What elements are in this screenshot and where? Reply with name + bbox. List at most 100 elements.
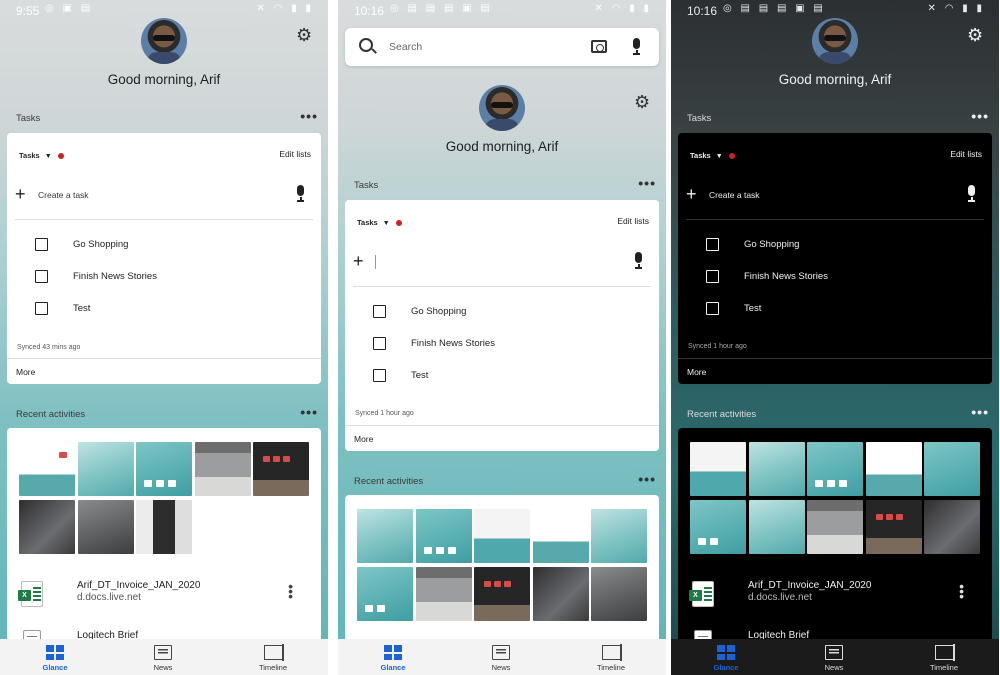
task-item[interactable]: Finish News Stories: [678, 267, 992, 287]
mic-icon[interactable]: [966, 185, 976, 205]
tasks-more-options-icon[interactable]: •••: [638, 175, 656, 191]
task-checkbox[interactable]: [706, 302, 719, 315]
create-task-input[interactable]: Create a task: [38, 190, 89, 200]
tasks-more-options-icon[interactable]: •••: [971, 108, 989, 124]
edit-lists-button[interactable]: Edit lists: [617, 216, 649, 226]
gear-icon[interactable]: ⚙: [296, 25, 312, 46]
tasks-more-options-icon[interactable]: •••: [300, 108, 318, 124]
plus-icon[interactable]: +: [15, 184, 26, 205]
task-item[interactable]: Test: [7, 299, 321, 319]
create-task-row[interactable]: + Create a task: [678, 181, 992, 211]
activity-thumbnail[interactable]: [19, 500, 75, 554]
mic-icon[interactable]: [295, 185, 305, 205]
activity-thumbnail[interactable]: [357, 567, 413, 621]
gear-icon[interactable]: ⚙: [634, 92, 650, 113]
search-bar[interactable]: Search: [345, 28, 659, 66]
caret-down-icon: ▼: [715, 153, 723, 160]
create-task-input[interactable]: Create a task: [709, 190, 760, 200]
task-checkbox[interactable]: [706, 238, 719, 251]
more-button[interactable]: More: [687, 367, 706, 377]
task-item[interactable]: Finish News Stories: [345, 334, 659, 354]
create-task-row[interactable]: +: [345, 248, 659, 278]
activity-thumbnail[interactable]: [866, 500, 922, 554]
task-item[interactable]: Go Shopping: [345, 302, 659, 322]
kebab-menu-icon[interactable]: • • •: [959, 579, 964, 603]
task-item[interactable]: Test: [345, 366, 659, 386]
mic-icon[interactable]: [631, 38, 641, 58]
recent-file-row[interactable]: X Arif_DT_Invoice_JAN_2020 d.docs.live.n…: [678, 576, 992, 612]
task-item[interactable]: Finish News Stories: [7, 267, 321, 287]
activity-thumbnail[interactable]: [690, 500, 746, 554]
task-item[interactable]: Go Shopping: [678, 235, 992, 255]
nav-news[interactable]: News: [799, 639, 869, 675]
task-checkbox[interactable]: [373, 305, 386, 318]
nav-timeline[interactable]: Timeline: [576, 639, 646, 675]
activity-thumbnail[interactable]: [19, 442, 75, 496]
activity-thumbnail[interactable]: [749, 500, 805, 554]
nav-timeline[interactable]: Timeline: [238, 639, 308, 675]
activity-thumbnail[interactable]: [195, 442, 251, 496]
activity-thumbnail[interactable]: [474, 509, 530, 563]
avatar[interactable]: [479, 85, 525, 131]
activity-thumbnail[interactable]: [807, 500, 863, 554]
task-checkbox[interactable]: [35, 270, 48, 283]
gear-icon[interactable]: ⚙: [967, 25, 983, 46]
activity-thumbnail[interactable]: [533, 509, 589, 563]
avatar[interactable]: [812, 18, 858, 64]
activity-thumbnail[interactable]: [591, 509, 647, 563]
activity-thumbnail[interactable]: [416, 509, 472, 563]
activity-thumbnail[interactable]: [357, 509, 413, 563]
camera-icon[interactable]: [591, 40, 607, 53]
task-checkbox[interactable]: [706, 270, 719, 283]
edit-lists-button[interactable]: Edit lists: [279, 149, 311, 159]
nav-glance[interactable]: Glance: [20, 639, 90, 675]
create-task-row[interactable]: + Create a task: [7, 181, 321, 211]
activity-thumbnail[interactable]: [690, 442, 746, 496]
activity-thumbnail[interactable]: [749, 442, 805, 496]
activity-thumbnail[interactable]: [78, 500, 134, 554]
nav-news[interactable]: News: [128, 639, 198, 675]
edit-lists-button[interactable]: Edit lists: [950, 149, 982, 159]
recent-file-row[interactable]: X Arif_DT_Invoice_JAN_2020 d.docs.live.n…: [7, 576, 321, 612]
task-checkbox[interactable]: [35, 238, 48, 251]
recent-more-options-icon[interactable]: •••: [971, 404, 989, 420]
plus-icon[interactable]: +: [353, 251, 364, 272]
nav-news[interactable]: News: [466, 639, 536, 675]
task-checkbox[interactable]: [373, 337, 386, 350]
activity-thumbnail[interactable]: [591, 567, 647, 621]
avatar[interactable]: [141, 18, 187, 64]
task-checkbox[interactable]: [35, 302, 48, 315]
activity-thumbnail[interactable]: [136, 442, 192, 496]
task-list-dropdown[interactable]: Tasks ▼: [19, 151, 64, 160]
status-time: 9:55: [16, 4, 40, 18]
activity-thumbnail[interactable]: [924, 442, 980, 496]
more-button[interactable]: More: [16, 367, 35, 377]
plus-icon[interactable]: +: [686, 184, 697, 205]
search-input[interactable]: Search: [389, 41, 422, 53]
activity-thumbnail[interactable]: [924, 500, 980, 554]
task-item[interactable]: Go Shopping: [7, 235, 321, 255]
activity-thumbnail[interactable]: [253, 442, 309, 496]
activity-thumbnail[interactable]: [866, 442, 922, 496]
kebab-menu-icon[interactable]: • • •: [288, 579, 293, 603]
activity-thumbnail[interactable]: [474, 567, 530, 621]
mic-icon[interactable]: [633, 252, 643, 272]
nav-timeline[interactable]: Timeline: [909, 639, 979, 675]
recent-more-options-icon[interactable]: •••: [300, 404, 318, 420]
task-list-dropdown[interactable]: Tasks ▼: [690, 151, 735, 160]
activity-thumbnail[interactable]: [78, 442, 134, 496]
search-icon[interactable]: [359, 38, 373, 52]
activity-thumbnail[interactable]: [416, 567, 472, 621]
status-time: 10:16: [687, 4, 718, 18]
nav-glance[interactable]: Glance: [691, 639, 761, 675]
task-checkbox[interactable]: [373, 369, 386, 382]
task-item[interactable]: Test: [678, 299, 992, 319]
task-list-name: Tasks: [690, 151, 711, 160]
activity-thumbnail[interactable]: [136, 500, 192, 554]
recent-more-options-icon[interactable]: •••: [638, 471, 656, 487]
activity-thumbnail[interactable]: [807, 442, 863, 496]
task-list-dropdown[interactable]: Tasks ▼: [357, 218, 402, 227]
nav-glance[interactable]: Glance: [358, 639, 428, 675]
more-button[interactable]: More: [354, 434, 373, 444]
activity-thumbnail[interactable]: [533, 567, 589, 621]
